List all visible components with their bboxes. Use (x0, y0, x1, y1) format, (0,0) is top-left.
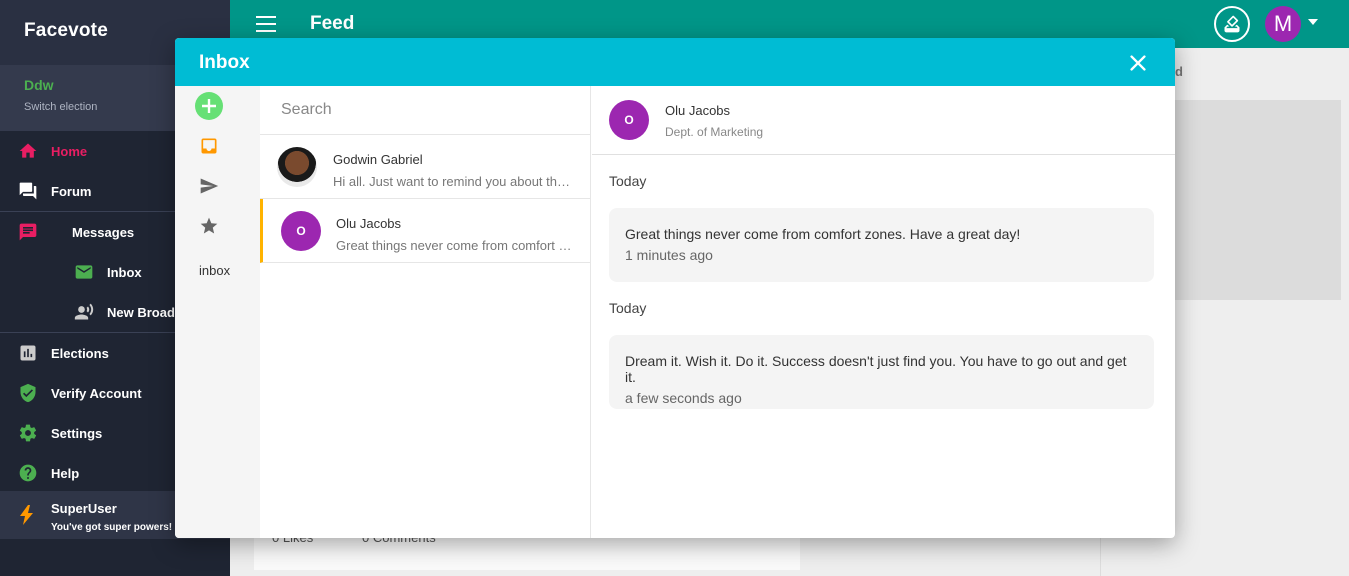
avatar: O (281, 211, 321, 251)
conversation-item[interactable]: Godwin Gabriel Hi all. Just want to remi… (260, 135, 590, 199)
right-panel-heading: d (1175, 64, 1183, 79)
shield-check-icon (20, 383, 36, 403)
conversation-name: Olu Jacobs (336, 216, 402, 231)
inbox-modal: Inbox inbox Godwin Gabriel Hi all. Just … (175, 38, 1175, 538)
user-avatar[interactable]: M (1265, 6, 1301, 42)
message-text: Great things never come from comfort zon… (625, 226, 1021, 242)
message-text: Dream it. Wish it. Do it. Success doesn'… (625, 353, 1127, 385)
sidebar-item-label: Elections (51, 345, 109, 361)
sidebar-item-label: Verify Account (51, 385, 142, 401)
broadcast-icon (74, 303, 94, 320)
sidebar-item-label: Home (51, 143, 88, 159)
message-time: a few seconds ago (625, 390, 742, 406)
page-title: Feed (310, 13, 355, 34)
sidebar-item-label: Forum (51, 183, 92, 199)
inbox-folder-button[interactable] (195, 132, 223, 160)
help-icon (19, 464, 37, 482)
sidebar-item-label: Inbox (107, 264, 142, 280)
inbox-tray-icon (201, 138, 217, 154)
gear-icon (19, 424, 37, 442)
message-time: 1 minutes ago (625, 247, 713, 263)
add-icon (195, 92, 223, 120)
sidebar-item-label: Help (51, 465, 80, 481)
inbox-mail-icon (75, 265, 93, 279)
sent-folder-button[interactable] (195, 172, 223, 200)
star-icon (200, 217, 218, 234)
message-bubble: Dream it. Wish it. Do it. Success doesn'… (609, 335, 1154, 409)
day-separator: Today (609, 300, 647, 316)
compose-button[interactable] (195, 92, 223, 120)
right-panel-image (1170, 100, 1341, 300)
menu-icon[interactable] (256, 16, 276, 32)
conversation-name: Godwin Gabriel (333, 152, 423, 167)
lightning-icon (20, 505, 33, 525)
message-thread: O Olu Jacobs Dept. of Marketing Today Gr… (592, 86, 1175, 538)
starred-folder-button[interactable] (195, 212, 223, 240)
chevron-down-icon[interactable] (1308, 19, 1318, 25)
vote-icon[interactable] (1214, 6, 1250, 42)
conversation-preview: Great things never come from comfort zon… (336, 238, 576, 253)
thread-contact-name: Olu Jacobs (665, 103, 731, 118)
folder-label: inbox (199, 263, 231, 278)
sidebar-item-label: Messages (72, 224, 135, 240)
close-icon[interactable] (1127, 52, 1149, 74)
inbox-rail: inbox (175, 86, 260, 538)
home-icon (19, 143, 37, 158)
day-separator: Today (609, 173, 647, 189)
avatar (277, 147, 317, 187)
forum-icon (19, 182, 37, 200)
send-icon (200, 178, 219, 194)
search-bar (260, 86, 590, 135)
thread-contact-dept: Dept. of Marketing (665, 125, 764, 139)
superuser-subtitle: You've got super powers! (51, 522, 173, 533)
bar-chart-icon (20, 345, 36, 361)
conversation-list: Godwin Gabriel Hi all. Just want to remi… (260, 86, 591, 538)
search-input[interactable] (281, 101, 561, 119)
message-bubble: Great things never come from comfort zon… (609, 208, 1154, 282)
sidebar-item-label: New Broadc (107, 304, 183, 320)
modal-title: Inbox (199, 52, 250, 73)
messages-icon (19, 223, 37, 241)
superuser-title: SuperUser (51, 501, 117, 516)
thread-header: O Olu Jacobs Dept. of Marketing (592, 86, 1175, 155)
sidebar-item-label: Settings (51, 425, 103, 441)
modal-header: Inbox (175, 38, 1175, 86)
conversation-item[interactable]: O Olu Jacobs Great things never come fro… (260, 199, 590, 263)
conversation-preview: Hi all. Just want to remind you about th… (333, 174, 573, 189)
avatar: O (609, 100, 649, 140)
